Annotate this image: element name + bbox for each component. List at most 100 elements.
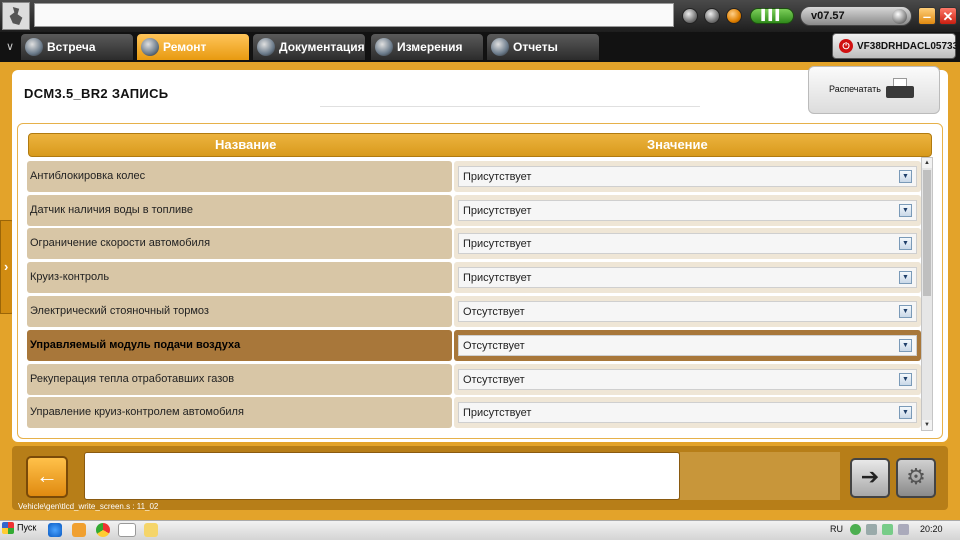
table-row[interactable]: Рекуперация тепла отработавших газов Отс…: [27, 364, 921, 395]
ie-icon[interactable]: [48, 523, 62, 537]
title-divider: [320, 106, 700, 107]
chevron-down-icon[interactable]: ▼: [899, 339, 912, 352]
chrome-icon[interactable]: [96, 523, 110, 537]
tab-label: Измерения: [397, 40, 463, 54]
table-row-selected[interactable]: Управляемый модуль подачи воздуха Отсутс…: [27, 330, 921, 361]
clock[interactable]: 20:20: [920, 524, 943, 534]
value-select[interactable]: Отсутствует ▼: [458, 369, 917, 390]
print-button[interactable]: Распечатать: [808, 66, 940, 114]
value-select[interactable]: Присутствует ▼: [458, 166, 917, 187]
vin-button[interactable]: ⏻ VF38DRHDACL057336: [832, 33, 960, 59]
volume-icon[interactable]: [898, 524, 909, 535]
value-select[interactable]: Присутствует ▼: [458, 267, 917, 288]
printer-icon: [886, 78, 914, 100]
name-cell: Управляемый модуль подачи воздуха: [27, 330, 452, 361]
table-row[interactable]: Ограничение скорости автомобиля Присутст…: [27, 228, 921, 259]
scroll-thumb[interactable]: [923, 170, 931, 296]
home-icon[interactable]: [704, 8, 720, 24]
tab-dokumentatsiya[interactable]: Документация: [252, 33, 366, 61]
tab-otchety[interactable]: Отчеты: [486, 33, 600, 61]
chevron-down-icon[interactable]: ∨: [2, 38, 18, 56]
magnifier-icon: [141, 38, 159, 56]
address-field[interactable]: [34, 3, 674, 27]
language-indicator[interactable]: RU: [830, 524, 843, 534]
table-header: Название Значение: [28, 133, 932, 157]
meeting-icon: [25, 38, 43, 56]
row-name: Рекуперация тепла отработавших газов: [30, 373, 235, 385]
table-row[interactable]: Управление круиз-контролем автомобиля Пр…: [27, 397, 921, 428]
table-row[interactable]: Круиз-контроль Присутствует ▼: [27, 262, 921, 293]
tab-vstrecha[interactable]: Встреча: [20, 33, 134, 61]
settings-button[interactable]: ⚙: [896, 458, 936, 498]
chevron-down-icon[interactable]: ▼: [899, 170, 912, 183]
chevron-right-icon: ›: [4, 259, 9, 274]
row-name: Электрический стояночный тормоз: [30, 305, 209, 317]
row-name: Ограничение скорости автомобиля: [30, 237, 211, 249]
name-cell: Рекуперация тепла отработавших газов: [27, 364, 452, 395]
tab-izmereniya[interactable]: Измерения: [370, 33, 484, 61]
media-player-icon[interactable]: [72, 523, 86, 537]
table-row[interactable]: Антиблокировка колес Присутствует ▼: [27, 161, 921, 192]
value-select[interactable]: Присутствует ▼: [458, 200, 917, 221]
back-button[interactable]: ←: [26, 456, 68, 498]
tab-label: Встреча: [47, 40, 96, 54]
folder-icon[interactable]: [144, 523, 158, 537]
page-title: DCM3.5_BR2 ЗАПИСЬ: [24, 86, 169, 101]
value-cell: Присутствует ▼: [454, 195, 921, 226]
name-cell: Датчик наличия воды в топливе: [27, 195, 452, 226]
select-value: Присутствует: [463, 238, 532, 250]
diagbox-task-icon[interactable]: [118, 523, 136, 537]
column-header-value: Значение: [647, 137, 708, 152]
select-value: Отсутствует: [463, 340, 525, 352]
value-cell: Присутствует ▼: [454, 161, 921, 192]
row-name: Датчик наличия воды в топливе: [30, 204, 194, 216]
value-cell: Отсутствует ▼: [454, 296, 921, 327]
value-select[interactable]: Отсутствует ▼: [458, 301, 917, 322]
tab-label: Документация: [279, 40, 365, 54]
version-label: v07.57: [811, 10, 845, 22]
network-icon[interactable]: [866, 524, 877, 535]
device-icon[interactable]: [882, 524, 893, 535]
start-button[interactable]: Пуск: [2, 522, 36, 538]
table-row[interactable]: Датчик наличия воды в топливе Присутству…: [27, 195, 921, 226]
select-value: Присутствует: [463, 205, 532, 217]
table-scrollbar[interactable]: ▲ ▼: [921, 157, 933, 431]
value-cell: Присутствует ▼: [454, 397, 921, 428]
chevron-down-icon[interactable]: ▼: [899, 271, 912, 284]
name-cell: Электрический стояночный тормоз: [27, 296, 452, 327]
close-button[interactable]: ✕: [939, 7, 957, 25]
value-select[interactable]: Присутствует ▼: [458, 402, 917, 423]
name-cell: Антиблокировка колес: [27, 161, 452, 192]
chevron-down-icon[interactable]: ▼: [899, 305, 912, 318]
row-name: Управляемый модуль подачи воздуха: [30, 339, 241, 351]
minimize-button[interactable]: ‒: [918, 7, 936, 25]
value-cell: Отсутствует ▼: [454, 364, 921, 395]
table-row[interactable]: Электрический стояночный тормоз Отсутств…: [27, 296, 921, 327]
windows-logo-icon: [2, 522, 14, 534]
vin-label: VF38DRHDACL057336: [857, 41, 960, 52]
power-knob-icon[interactable]: [892, 9, 907, 24]
security-icon[interactable]: [850, 524, 861, 535]
power-icon: ⏻: [839, 39, 853, 53]
value-select[interactable]: Отсутствует ▼: [458, 335, 917, 356]
gear-icon: ⚙: [906, 464, 926, 489]
chevron-down-icon[interactable]: ▼: [899, 373, 912, 386]
chevron-down-icon[interactable]: ▼: [899, 406, 912, 419]
tab-label: Отчеты: [513, 40, 558, 54]
download-icon[interactable]: [682, 8, 698, 24]
chevron-down-icon[interactable]: ▼: [899, 204, 912, 217]
print-label: Распечатать: [829, 84, 881, 94]
next-button[interactable]: ➔: [850, 458, 890, 498]
screen-path-label: Vehicle\gen\tlcd_write_screen.s : 11_02: [18, 502, 159, 511]
at-sign-icon[interactable]: [726, 8, 742, 24]
value-select[interactable]: Присутствует ▼: [458, 233, 917, 254]
scroll-down-icon[interactable]: ▼: [922, 420, 932, 430]
tab-remont[interactable]: Ремонт: [136, 33, 250, 61]
name-cell: Ограничение скорости автомобиля: [27, 228, 452, 259]
select-value: Присутствует: [463, 171, 532, 183]
diagbox-window: ▌▌▌ v07.57 ‒ ✕ ∨ Встреча Ремонт Документ…: [0, 0, 960, 540]
scroll-up-icon[interactable]: ▲: [922, 158, 932, 168]
chevron-down-icon[interactable]: ▼: [899, 237, 912, 250]
name-cell: Управление круиз-контролем автомобиля: [27, 397, 452, 428]
message-area: [84, 452, 680, 500]
